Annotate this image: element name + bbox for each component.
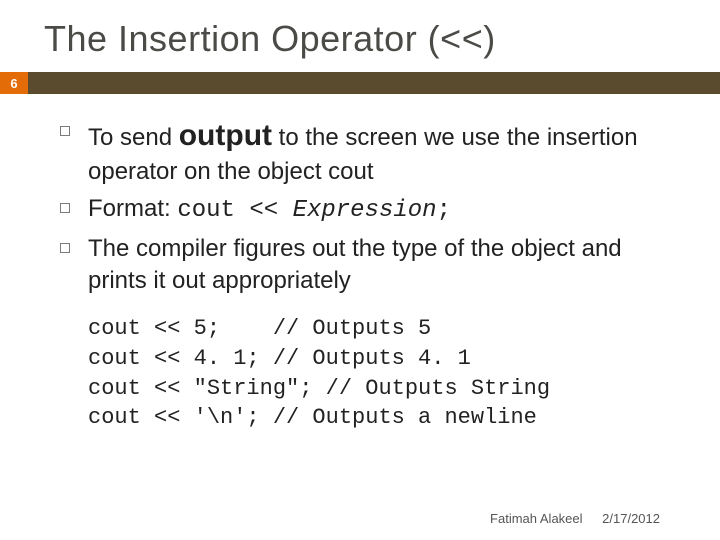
accent-bar-fill — [28, 72, 720, 94]
code-line-3: cout << "String"; // Outputs String — [88, 376, 550, 401]
code-line-1: cout << 5; // Outputs 5 — [88, 316, 431, 341]
code-block: cout << 5; // Outputs 5 cout << 4. 1; //… — [88, 314, 676, 433]
bullet-1: To send output to the screen we use the … — [60, 116, 676, 187]
page-number-badge: 6 — [0, 72, 28, 94]
bullet-1-emph: output — [179, 119, 272, 152]
footer-date: 2/17/2012 — [602, 511, 660, 526]
slide: The Insertion Operator (<<) 6 To send ou… — [0, 0, 720, 540]
code-line-2: cout << 4. 1; // Outputs 4. 1 — [88, 346, 471, 371]
slide-title: The Insertion Operator (<<) — [0, 0, 720, 72]
bullet-3: The compiler figures out the type of the… — [60, 233, 676, 296]
slide-body: To send output to the screen we use the … — [0, 116, 720, 433]
bullet-1-pre: To send — [88, 124, 179, 151]
bullet-2-code: cout << — [177, 197, 292, 224]
bullet-2: Format: cout << Expression; — [60, 193, 676, 227]
bullet-2-pre: Format: — [88, 195, 177, 222]
bullet-2-end: ; — [437, 197, 451, 224]
bullet-2-expr: Expression — [293, 197, 437, 224]
accent-bar: 6 — [0, 72, 720, 94]
footer: Fatimah Alakeel 2/17/2012 — [490, 511, 660, 526]
code-line-4: cout << '\n'; // Outputs a newline — [88, 405, 537, 430]
bullet-list: To send output to the screen we use the … — [60, 116, 676, 296]
footer-author: Fatimah Alakeel — [490, 511, 583, 526]
